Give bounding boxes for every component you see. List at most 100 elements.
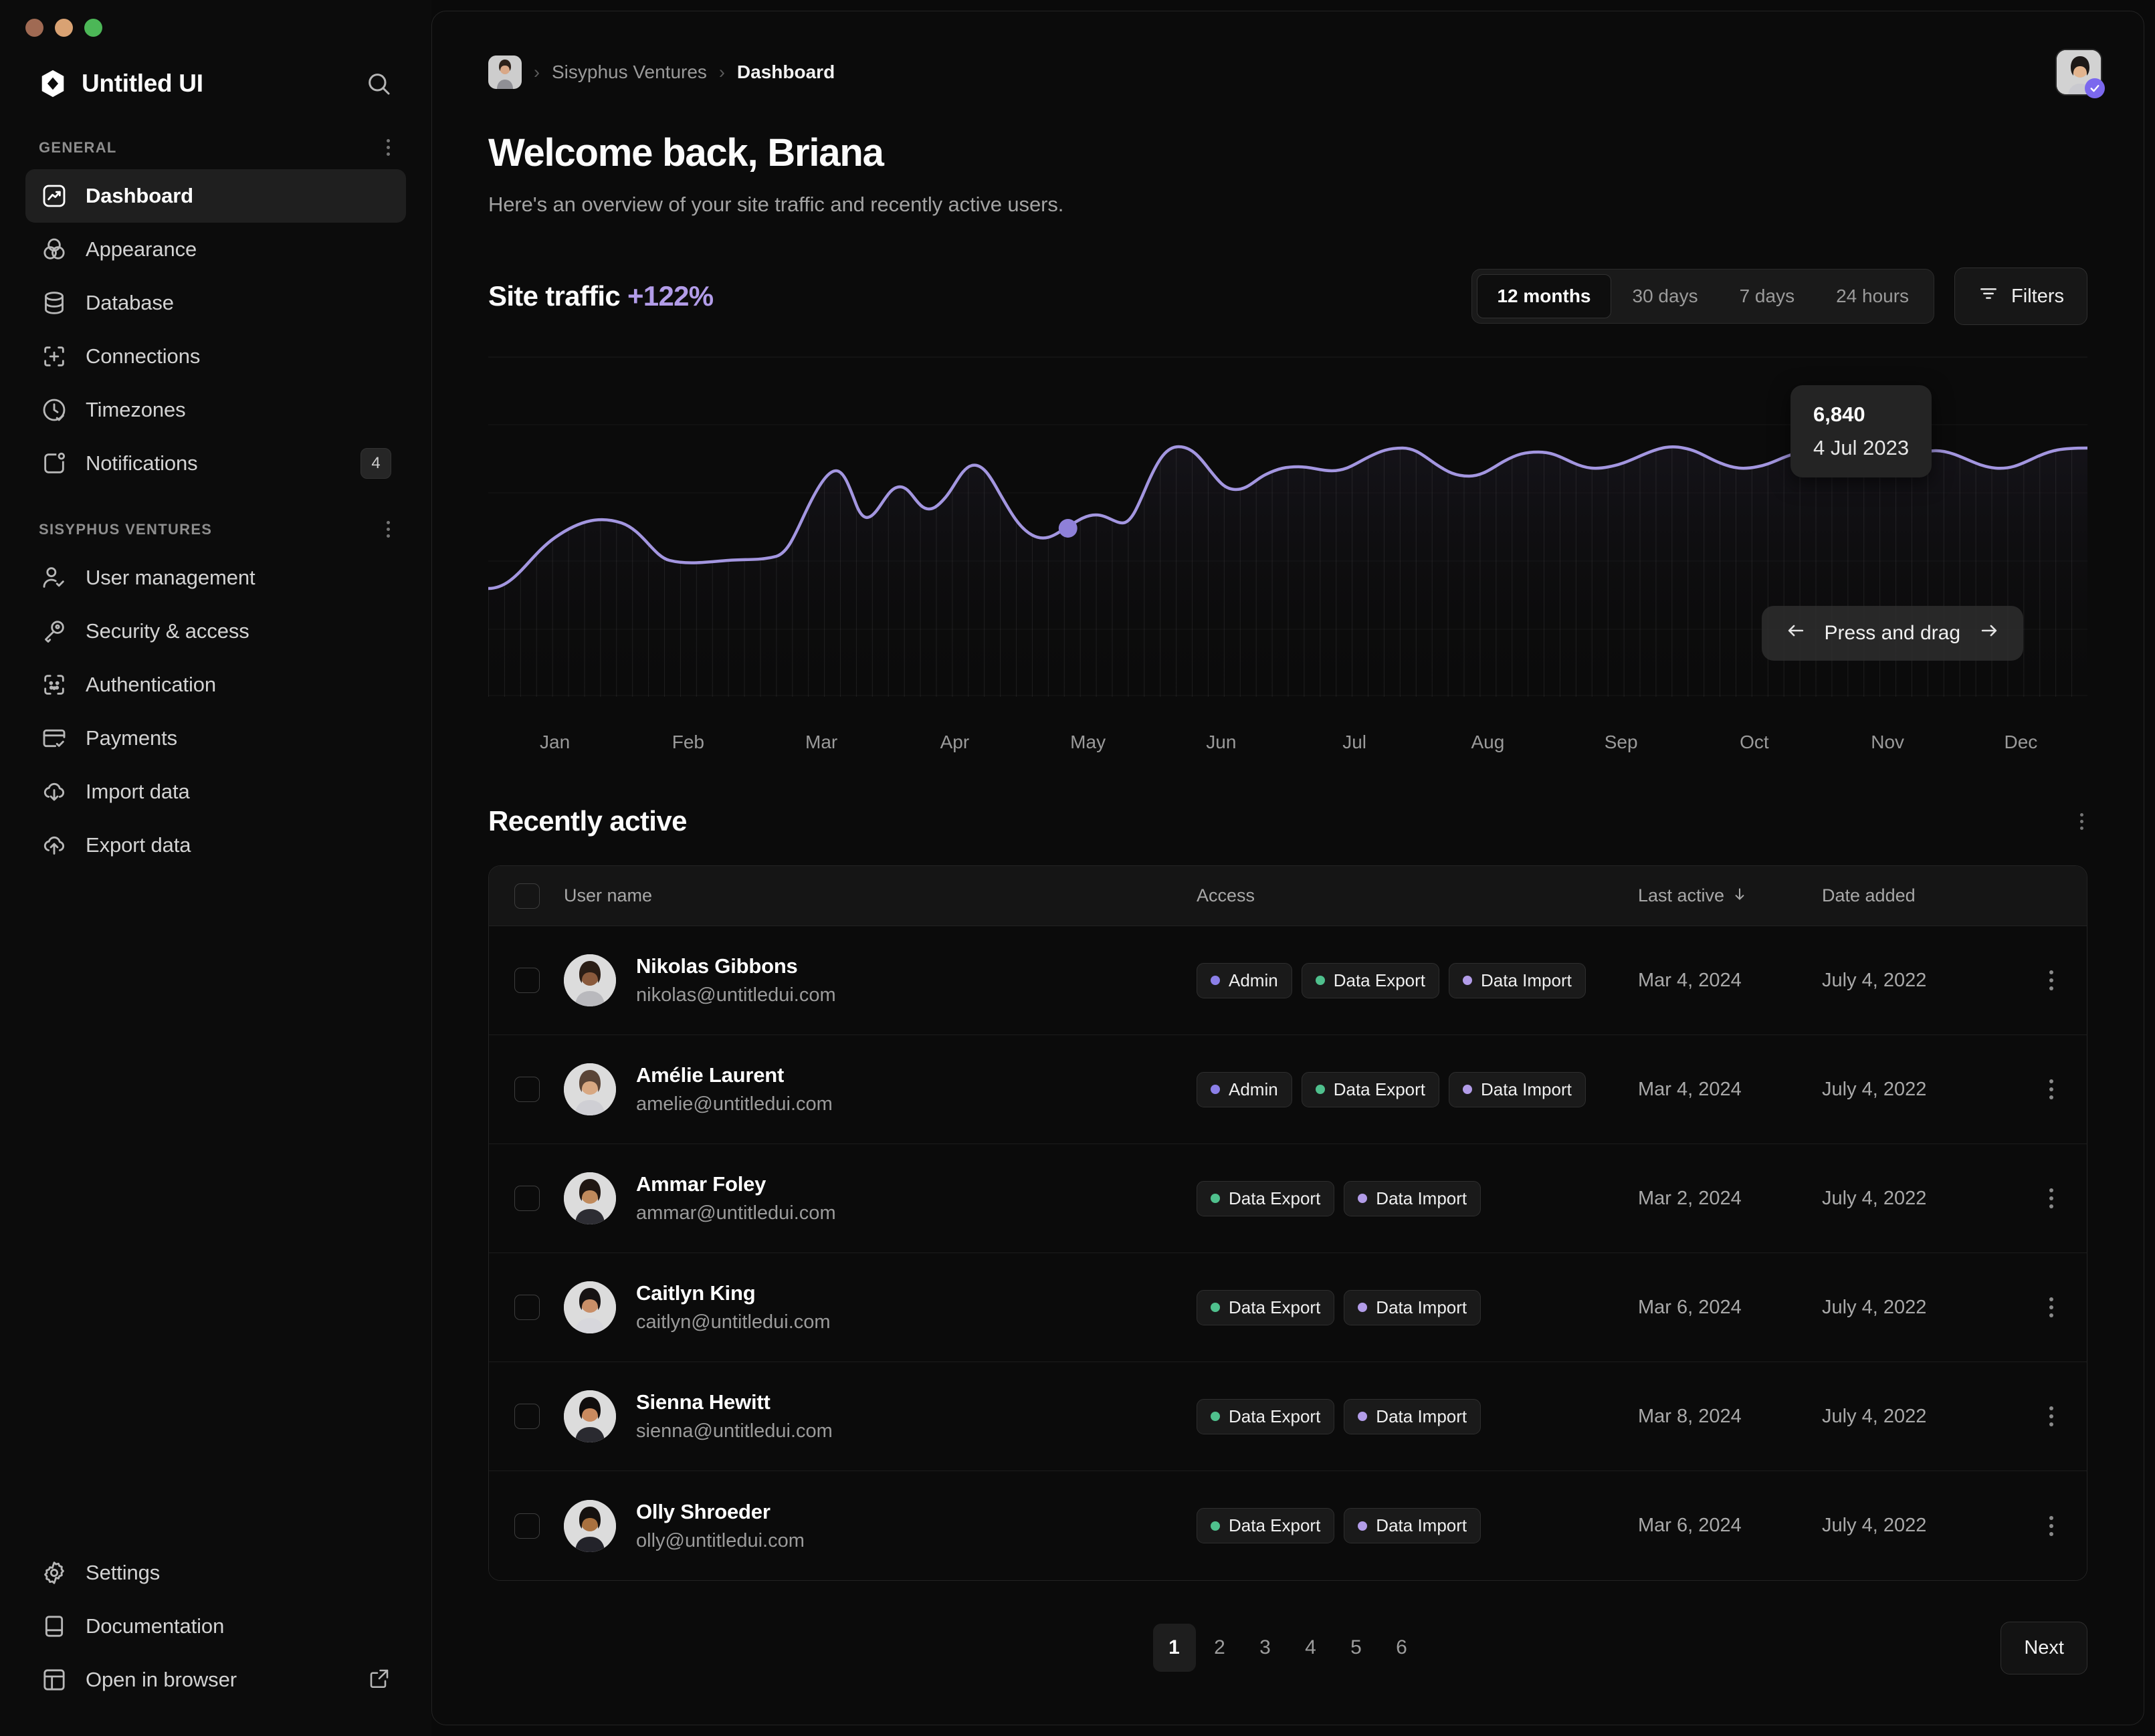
access-tag[interactable]: Data Import (1449, 1072, 1586, 1107)
access-tag[interactable]: Admin (1197, 963, 1292, 998)
table-row[interactable]: Ammar Foleyammar@untitledui.com Data Expo… (489, 1144, 2087, 1253)
row-checkbox[interactable] (514, 1513, 540, 1539)
page-number[interactable]: 2 (1199, 1624, 1241, 1672)
avatar (564, 954, 616, 1006)
row-menu-icon[interactable] (2041, 965, 2061, 996)
date-added-value: July 4, 2022 (1822, 1297, 1926, 1318)
access-tag[interactable]: Data Import (1344, 1181, 1481, 1216)
tag-dot-icon (1211, 976, 1220, 985)
range-30-days[interactable]: 30 days (1613, 274, 1718, 318)
octagon-diamond-logo (37, 68, 68, 99)
page-number[interactable]: 3 (1244, 1624, 1287, 1672)
row-checkbox[interactable] (514, 1295, 540, 1320)
access-tag[interactable]: Data Export (1197, 1290, 1334, 1325)
row-checkbox[interactable] (514, 968, 540, 993)
access-tag[interactable]: Data Import (1344, 1508, 1481, 1543)
sidebar-item-import-data[interactable]: Import data (25, 765, 406, 819)
sidebar-item-settings[interactable]: Settings (25, 1546, 406, 1600)
sidebar-item-connections[interactable]: Connections (25, 330, 406, 383)
access-tag[interactable]: Data Export (1302, 963, 1439, 998)
cell-last-active: Mar 6, 2024 (1638, 1297, 1822, 1319)
row-checkbox[interactable] (514, 1404, 540, 1429)
access-tag[interactable]: Data Export (1302, 1072, 1439, 1107)
next-page-button[interactable]: Next (2000, 1622, 2087, 1674)
sidebar-item-documentation[interactable]: Documentation (25, 1600, 406, 1653)
row-menu-icon[interactable] (2041, 1292, 2061, 1323)
access-tag[interactable]: Data Export (1197, 1181, 1334, 1216)
search-icon[interactable] (363, 68, 394, 99)
cell-actions (2023, 1511, 2087, 1541)
table-row[interactable]: Nikolas Gibbonsnikolas@untitledui.comAdm… (489, 926, 2087, 1035)
tag-label: Data Export (1229, 1406, 1320, 1427)
breadcrumb-item-current[interactable]: Dashboard (737, 62, 835, 83)
sidebar-item-open-in-browser[interactable]: Open in browser (25, 1653, 406, 1707)
table-row[interactable]: Amélie Laurentamelie@untitledui.comAdmin… (489, 1035, 2087, 1144)
page-number[interactable]: 4 (1290, 1624, 1332, 1672)
row-menu-icon[interactable] (2041, 1074, 2061, 1105)
sidebar-item-timezones[interactable]: Timezones (25, 383, 406, 437)
breadcrumb-item-org[interactable]: Sisyphus Ventures (552, 62, 707, 83)
user-cell: Olly Shroederolly@untitledui.com (564, 1500, 805, 1552)
table-row[interactable]: Sienna Hewittsienna@untitledui.comData E… (489, 1362, 2087, 1471)
range-24-hours[interactable]: 24 hours (1816, 274, 1929, 318)
row-menu-icon[interactable] (2041, 1183, 2061, 1214)
table-row[interactable]: Caitlyn Kingcaitlyn@untitledui.comData E… (489, 1253, 2087, 1362)
notifications-badge: 4 (361, 448, 391, 479)
gear-icon (40, 1559, 68, 1587)
access-tag[interactable]: Data Export (1197, 1508, 1334, 1543)
user-name: Sienna Hewitt (636, 1390, 833, 1414)
table-body: Nikolas Gibbonsnikolas@untitledui.comAdm… (489, 926, 2087, 1580)
dots-vertical-icon[interactable] (383, 517, 394, 542)
traffic-delta: +122% (627, 280, 713, 312)
external-link-icon[interactable] (367, 1666, 391, 1694)
access-tag[interactable]: Data Import (1344, 1290, 1481, 1325)
page-number[interactable]: 5 (1335, 1624, 1378, 1672)
access-tag[interactable]: Admin (1197, 1072, 1292, 1107)
access-tag[interactable]: Data Export (1197, 1399, 1334, 1434)
access-tag[interactable]: Data Import (1449, 963, 1586, 998)
user-avatar[interactable] (2055, 49, 2102, 96)
dots-vertical-icon[interactable] (383, 135, 394, 160)
sidebar-item-export-data[interactable]: Export data (25, 819, 406, 872)
tag-dot-icon (1316, 1085, 1325, 1094)
select-all-checkbox[interactable] (514, 883, 540, 909)
dots-vertical-icon[interactable] (2076, 809, 2087, 834)
sidebar-item-label: User management (86, 566, 255, 590)
last-active-value: Mar 8, 2024 (1638, 1406, 1742, 1428)
sidebar-item-dashboard[interactable]: Dashboard (25, 169, 406, 223)
column-label: Date added (1822, 885, 1916, 905)
row-checkbox[interactable] (514, 1077, 540, 1102)
user-cell: Ammar Foleyammar@untitledui.com (564, 1172, 836, 1224)
row-menu-icon[interactable] (2041, 1401, 2061, 1432)
range-7-days[interactable]: 7 days (1720, 274, 1815, 318)
sidebar-item-notifications[interactable]: Notifications 4 (25, 437, 406, 490)
cell-last-active: Mar 4, 2024 (1638, 970, 1822, 992)
row-checkbox[interactable] (514, 1186, 540, 1211)
press-and-drag-label: Press and drag (1825, 622, 1960, 645)
table-row[interactable]: Olly Shroederolly@untitledui.com Data Exp… (489, 1471, 2087, 1580)
sidebar-item-security-access[interactable]: Security & access (25, 605, 406, 658)
sidebar-item-database[interactable]: Database (25, 276, 406, 330)
org-avatar[interactable] (488, 56, 522, 89)
row-menu-icon[interactable] (2041, 1511, 2061, 1541)
access-tag[interactable]: Data Import (1344, 1399, 1481, 1434)
filters-button[interactable]: Filters (1954, 267, 2087, 325)
close-window-button[interactable] (25, 19, 43, 37)
minimize-window-button[interactable] (55, 19, 73, 37)
site-traffic-chart[interactable]: 6,840 4 Jul 2023 Press and drag (488, 356, 2087, 725)
last-active-value: Mar 4, 2024 (1638, 1079, 1742, 1101)
sidebar-item-label: Settings (86, 1561, 160, 1585)
clock-check-icon (40, 396, 68, 424)
page-number[interactable]: 6 (1380, 1624, 1423, 1672)
page-number[interactable]: 1 (1153, 1624, 1196, 1672)
maximize-window-button[interactable] (84, 19, 102, 37)
sidebar-item-appearance[interactable]: Appearance (25, 223, 406, 276)
sidebar-item-label: Open in browser (86, 1668, 237, 1692)
brand-left[interactable]: Untitled UI (37, 68, 203, 99)
sidebar-item-authentication[interactable]: Authentication (25, 658, 406, 712)
column-header-last-active[interactable]: Last active (1638, 885, 1822, 906)
sidebar-item-user-management[interactable]: User management (25, 551, 406, 605)
sidebar-item-payments[interactable]: Payments (25, 712, 406, 765)
range-12-months[interactable]: 12 months (1477, 274, 1611, 318)
press-and-drag-hint[interactable]: Press and drag (1762, 606, 2023, 661)
